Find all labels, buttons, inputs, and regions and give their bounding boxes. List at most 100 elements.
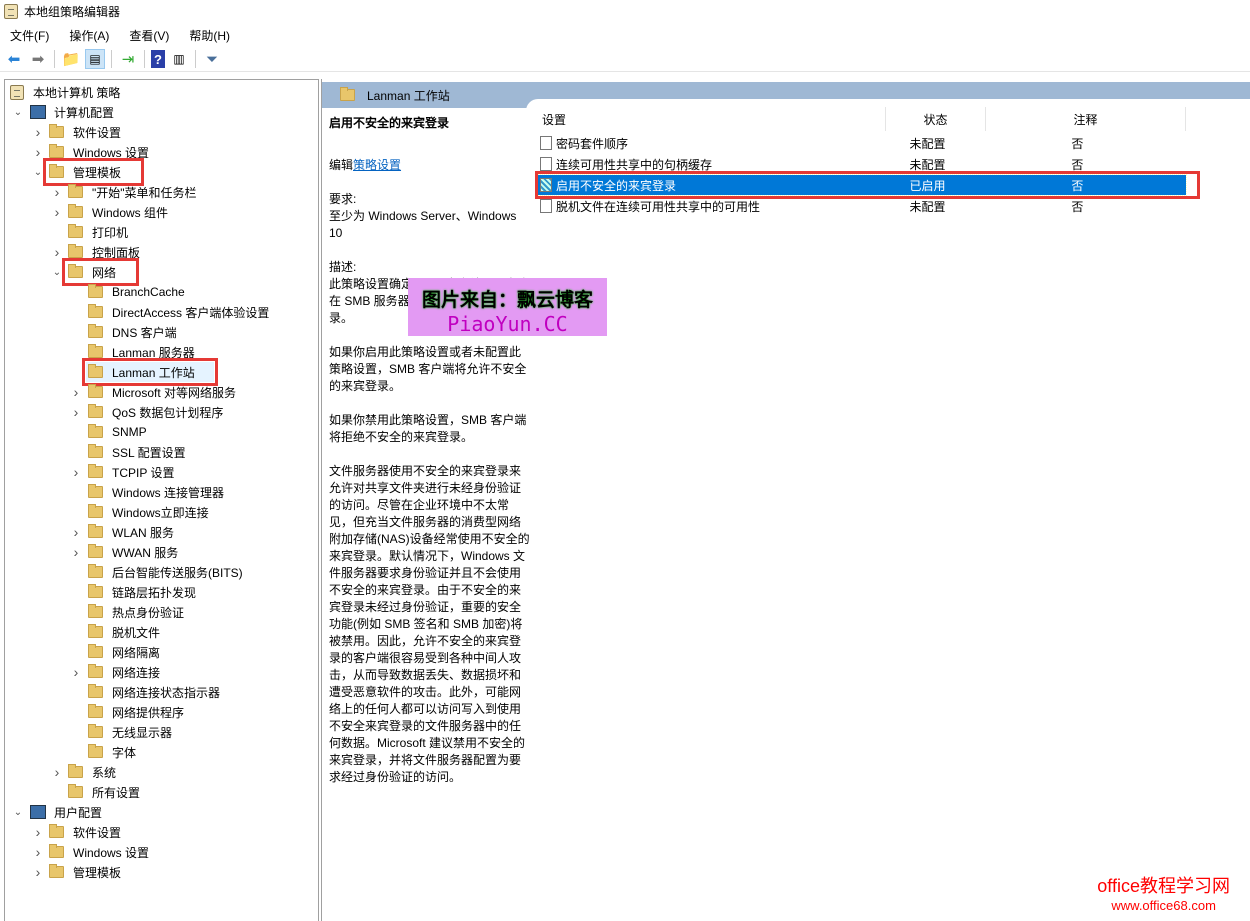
folder-icon [88, 504, 103, 518]
column-setting[interactable]: 设置 [538, 107, 886, 131]
folder-icon [49, 864, 64, 878]
tree-item[interactable]: QoS 数据包计划程序 [88, 402, 226, 422]
tree-item-label: "开始"菜单和任务栏 [92, 185, 197, 200]
tree-item[interactable]: 管理模板 [49, 862, 124, 882]
tree-item-label: SNMP [112, 425, 147, 439]
policy-name: 连续可用性共享中的句柄缓存 [556, 157, 713, 172]
policy-row[interactable]: 脱机文件在连续可用性共享中的可用性 未配置 否 [538, 196, 1186, 216]
expand-caret-icon[interactable]: › [70, 402, 82, 422]
menu-bar: 文件(F) 操作(A) 查看(V) 帮助(H) [0, 24, 240, 46]
tree-item[interactable]: 计算机配置 [30, 102, 117, 122]
menu-help[interactable]: 帮助(H) [179, 27, 240, 44]
divider [111, 50, 112, 68]
tree-item[interactable]: BranchCache [88, 282, 188, 302]
tree-item[interactable]: Windows 连接管理器 [88, 482, 227, 502]
tree-item[interactable]: 链路层拓扑发现 [88, 582, 199, 602]
description-label: 描述: [329, 260, 357, 274]
list-header: 设置 状态 注释 [538, 107, 1188, 131]
tree-item[interactable]: WWAN 服务 [88, 542, 181, 562]
tree-item[interactable]: 软件设置 [49, 122, 124, 142]
folder-icon [49, 824, 64, 838]
tree-item[interactable]: 热点身份验证 [88, 602, 187, 622]
tree-item[interactable]: SSL 配置设置 [88, 442, 189, 462]
tree-item[interactable]: 打印机 [68, 222, 131, 242]
folder-icon [88, 664, 103, 678]
folder-icon [68, 224, 83, 238]
tree-item[interactable]: 本地计算机 策略 [10, 82, 123, 102]
tree-item[interactable]: 脱机文件 [88, 622, 163, 642]
tree-item[interactable]: 网络 [61, 258, 140, 286]
tree-item[interactable]: 所有设置 [68, 782, 143, 802]
expand-caret-icon[interactable]: › [70, 382, 82, 402]
tree-item[interactable]: 软件设置 [49, 822, 124, 842]
menu-action[interactable]: 操作(A) [59, 27, 119, 44]
tree-item[interactable]: Lanman 工作站 [82, 358, 218, 386]
tree-item[interactable]: WLAN 服务 [88, 522, 177, 542]
tree-item[interactable]: 系统 [68, 762, 119, 782]
tree-item[interactable]: 网络连接状态指示器 [88, 682, 223, 702]
tree-item[interactable]: 用户配置 [30, 802, 105, 822]
expand-caret-icon[interactable]: › [32, 822, 44, 842]
expand-caret-icon[interactable]: › [51, 202, 63, 222]
expand-caret-icon[interactable]: › [51, 762, 63, 782]
expand-caret-icon[interactable]: › [51, 182, 63, 202]
column-state[interactable]: 状态 [886, 107, 986, 131]
edit-policy-link[interactable]: 策略设置 [353, 158, 401, 172]
tree-item[interactable]: 无线显示器 [88, 722, 175, 742]
collapse-caret-icon[interactable]: ⌄ [12, 802, 24, 822]
collapse-caret-icon[interactable]: ⌄ [12, 102, 24, 122]
tree-item[interactable]: 管理模板 [42, 158, 145, 186]
details-pane: Lanman 工作站 启用不安全的来宾登录 编辑策略设置 要求: 至少为 Wind… [321, 79, 1250, 921]
tree-item[interactable]: 字体 [88, 742, 139, 762]
help-icon[interactable]: ? [151, 50, 165, 68]
tree-item-label: 控制面板 [92, 245, 141, 260]
collapse-caret-icon[interactable]: ⌄ [32, 162, 44, 182]
tree-item[interactable]: Windows 组件 [68, 202, 171, 222]
tree-item-label: 无线显示器 [112, 725, 173, 740]
show-hide-tree-icon[interactable]: ▤ [85, 49, 105, 69]
tree-item[interactable]: TCPIP 设置 [88, 462, 177, 482]
back-icon[interactable]: ⬅ [4, 49, 24, 69]
tree-item-label: 计算机配置 [54, 105, 115, 120]
tree-item[interactable]: Windows立即连接 [88, 502, 212, 522]
tree-item-label: DNS 客户端 [112, 325, 177, 340]
watermark-line1: 图片来自：飘云博客 [421, 290, 593, 311]
tree-item[interactable]: DirectAccess 客户端体验设置 [88, 302, 272, 322]
tree-item[interactable]: 网络隔离 [88, 642, 163, 662]
tree-item[interactable]: 网络提供程序 [88, 702, 187, 722]
policy-comment: 否 [1071, 199, 1084, 214]
filter-icon[interactable]: ⏷ [202, 49, 222, 69]
tree-item[interactable]: SNMP [88, 422, 150, 442]
expand-caret-icon[interactable]: › [70, 522, 82, 542]
expand-caret-icon[interactable]: › [70, 662, 82, 682]
column-comment[interactable]: 注释 [986, 107, 1186, 131]
tree-item[interactable]: Windows 设置 [49, 142, 152, 162]
menu-file[interactable]: 文件(F) [0, 27, 59, 44]
up-folder-icon[interactable]: 📁 [61, 49, 81, 69]
expand-caret-icon[interactable]: › [32, 842, 44, 862]
tree-item-label: 热点身份验证 [112, 605, 185, 620]
forward-icon[interactable]: ➡ [28, 49, 48, 69]
expand-caret-icon[interactable]: › [70, 462, 82, 482]
tree-item-label: TCPIP 设置 [112, 465, 175, 480]
tree-item[interactable]: Windows 设置 [49, 842, 152, 862]
title-bar: 本地组策略编辑器 [0, 0, 1250, 22]
tree-item[interactable]: DNS 客户端 [88, 322, 180, 342]
policy-row[interactable]: 密码套件顺序 未配置 否 [538, 133, 1186, 153]
expand-caret-icon[interactable]: › [51, 242, 63, 262]
collapse-caret-icon[interactable]: ⌄ [51, 262, 63, 282]
expand-caret-icon[interactable]: › [32, 142, 44, 162]
show-action-pane-icon[interactable]: ▥ [169, 49, 189, 69]
expand-caret-icon[interactable]: › [32, 862, 44, 882]
tree-item[interactable]: 控制面板 [68, 242, 143, 262]
tree-item[interactable]: Lanman 服务器 [88, 342, 198, 362]
tree-item[interactable]: Microsoft 对等网络服务 [88, 382, 239, 402]
expand-caret-icon[interactable]: › [70, 542, 82, 562]
menu-view[interactable]: 查看(V) [119, 27, 179, 44]
tree-item[interactable]: "开始"菜单和任务栏 [68, 182, 200, 202]
export-list-icon[interactable]: ⇥ [118, 49, 138, 69]
tree-item[interactable]: 后台智能传送服务(BITS) [88, 562, 246, 582]
expand-caret-icon[interactable]: › [32, 122, 44, 142]
tree-item[interactable]: 网络连接 [88, 662, 163, 682]
tree-item-label: Windows立即连接 [112, 505, 209, 520]
